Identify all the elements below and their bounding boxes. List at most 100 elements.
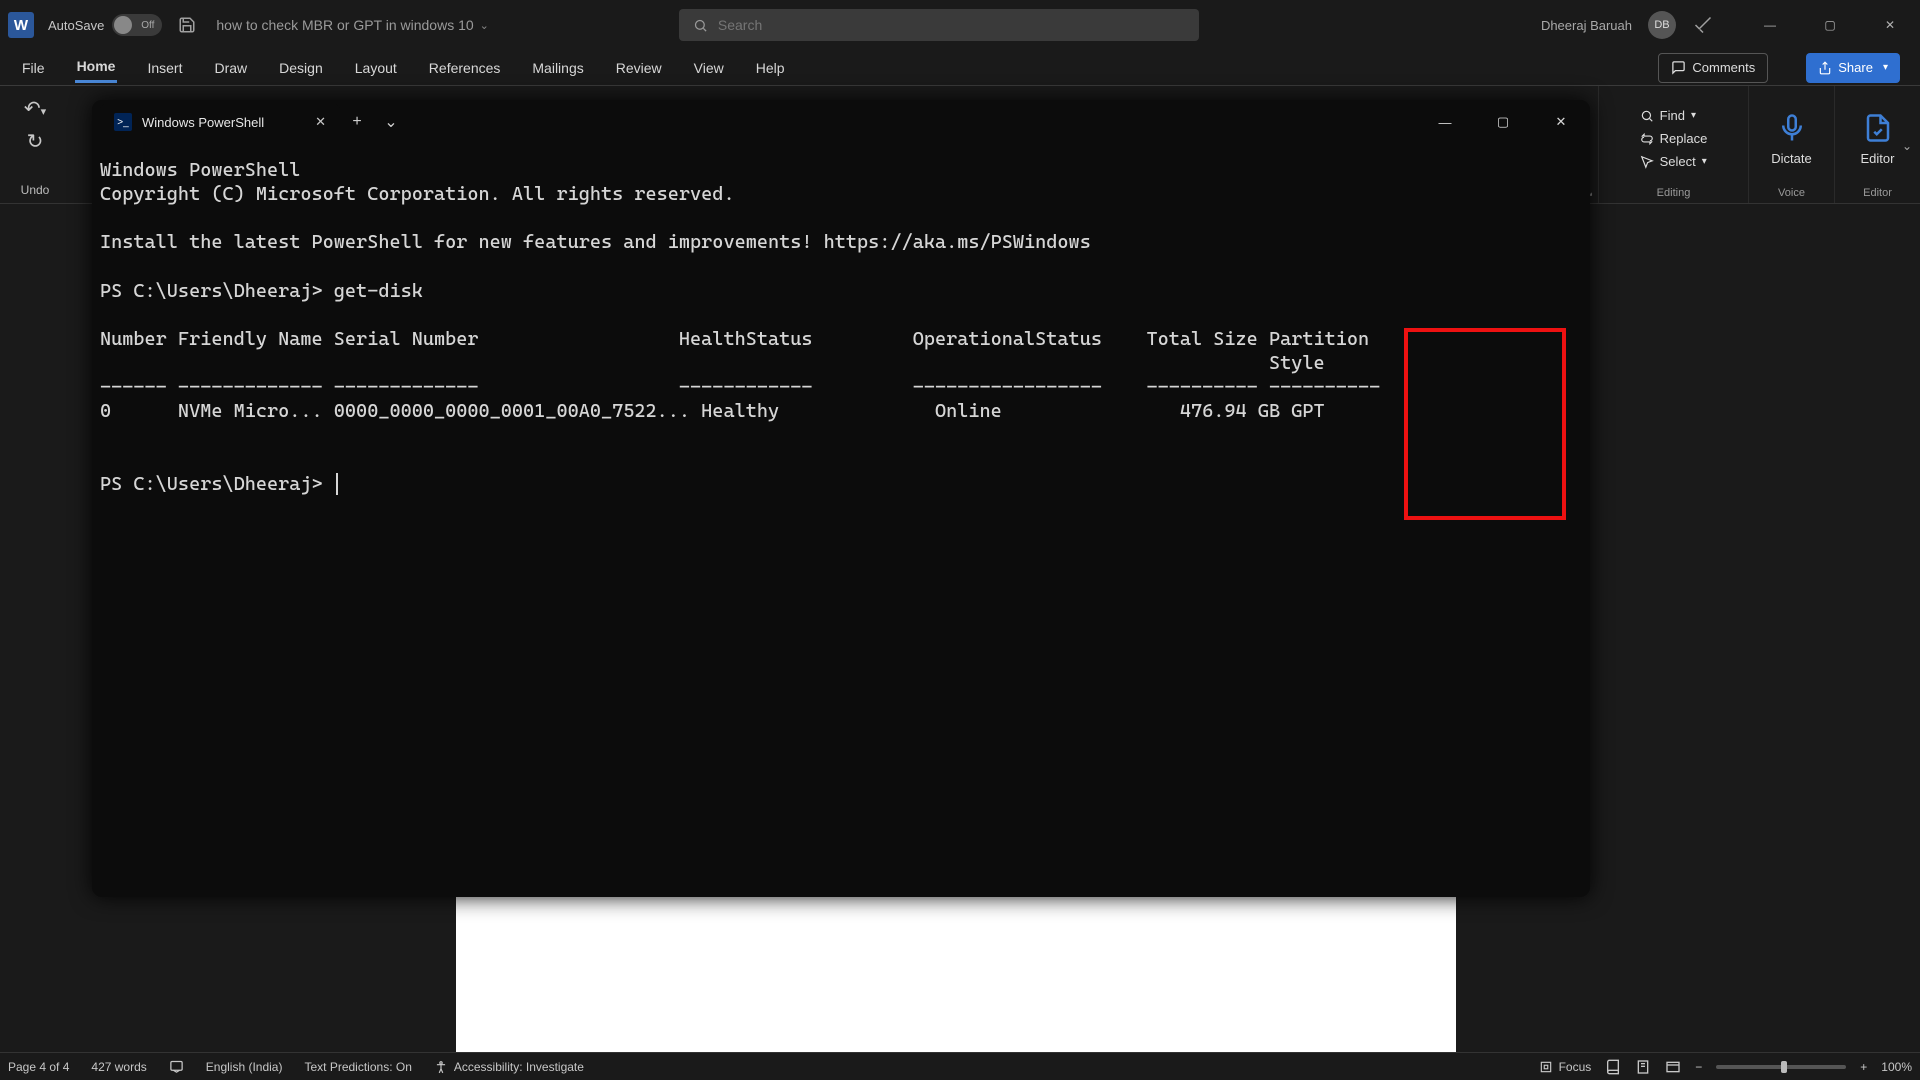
save-icon[interactable] — [176, 14, 198, 36]
dictate-icon[interactable] — [1777, 109, 1807, 147]
terminal-tab-title: Windows PowerShell — [142, 115, 264, 130]
terminal-minimize-button[interactable]: — — [1416, 100, 1474, 144]
redo-button[interactable]: ↻ — [27, 129, 44, 154]
share-icon — [1818, 61, 1832, 75]
print-layout-icon[interactable] — [1635, 1059, 1651, 1075]
focus-label: Focus — [1559, 1060, 1592, 1074]
autosave-state: Off — [141, 20, 154, 31]
terminal-line: 0 NVMe Micro... 0000_0000_0000_0001_00A0… — [100, 400, 1325, 422]
page-indicator[interactable]: Page 4 of 4 — [8, 1060, 69, 1074]
document-page[interactable] — [456, 897, 1456, 1067]
undo-group-label: Undo — [21, 183, 50, 197]
share-chevron-down-icon: ▾ — [1883, 62, 1888, 73]
undo-group: ↶▾ ↻ Undo — [0, 86, 70, 203]
tab-layout[interactable]: Layout — [353, 54, 399, 82]
chevron-down-icon: ▾ — [1691, 110, 1696, 121]
powershell-icon: >_ — [114, 113, 132, 131]
dictate-label: Dictate — [1771, 151, 1811, 166]
tab-home[interactable]: Home — [75, 52, 118, 83]
spellcheck-icon[interactable] — [169, 1059, 184, 1074]
terminal-line: ------ ------------- ------------- -----… — [100, 376, 1380, 398]
terminal-line: Install the latest PowerShell for new fe… — [100, 231, 1091, 253]
tab-design[interactable]: Design — [277, 54, 325, 82]
select-icon — [1640, 155, 1654, 169]
find-button[interactable]: Find ▾ — [1640, 108, 1708, 123]
tab-dropdown-icon[interactable]: ⌄ — [374, 112, 408, 132]
ribbon-collapse-icon[interactable]: ⌄ — [1902, 139, 1912, 153]
zoom-level[interactable]: 100% — [1881, 1060, 1912, 1074]
user-name[interactable]: Dheeraj Baruah — [1541, 18, 1632, 33]
search-input[interactable] — [718, 17, 1185, 33]
word-count[interactable]: 427 words — [91, 1060, 146, 1074]
zoom-out-button[interactable]: − — [1695, 1060, 1702, 1074]
terminal-body[interactable]: Windows PowerShell Copyright (C) Microso… — [92, 144, 1590, 897]
read-mode-icon[interactable] — [1605, 1059, 1621, 1075]
find-label: Find — [1660, 108, 1685, 123]
terminal-line: Windows PowerShell — [100, 159, 300, 181]
accessibility-label: Accessibility: Investigate — [454, 1060, 584, 1074]
undo-button[interactable]: ↶▾ — [24, 96, 46, 121]
maximize-button[interactable]: ▢ — [1808, 10, 1852, 40]
voice-group: Dictate Voice — [1748, 86, 1834, 203]
comment-icon — [1671, 60, 1686, 75]
tab-review[interactable]: Review — [614, 54, 664, 82]
titlebar: W AutoSave Off how to check MBR or GPT i… — [0, 0, 1920, 50]
accessibility-status[interactable]: Accessibility: Investigate — [434, 1060, 584, 1074]
terminal-tab[interactable]: >_ Windows PowerShell ✕ — [100, 104, 340, 140]
terminal-line: PS C:\Users\Dheeraj> get-disk — [100, 280, 423, 302]
tab-file[interactable]: File — [20, 54, 47, 82]
tab-insert[interactable]: Insert — [145, 54, 184, 82]
ribbon-tabs: File Home Insert Draw Design Layout Refe… — [0, 50, 1920, 86]
replace-button[interactable]: Replace — [1640, 131, 1708, 146]
zoom-in-button[interactable]: + — [1860, 1060, 1867, 1074]
select-button[interactable]: Select ▾ — [1640, 154, 1708, 169]
share-button[interactable]: Share ▾ — [1806, 53, 1900, 83]
tab-references[interactable]: References — [427, 54, 503, 82]
tab-help[interactable]: Help — [754, 54, 787, 82]
focus-mode[interactable]: Focus — [1539, 1060, 1592, 1074]
terminal-line: Style — [100, 352, 1325, 374]
autosave-toggle-knob — [114, 16, 132, 34]
editor-label: Editor — [1861, 151, 1895, 166]
zoom-slider[interactable] — [1716, 1065, 1846, 1069]
select-label: Select — [1660, 154, 1696, 169]
terminal-line: Copyright (C) Microsoft Corporation. All… — [100, 183, 735, 205]
search-box[interactable] — [679, 9, 1199, 41]
autosave-label: AutoSave — [48, 18, 104, 33]
document-title[interactable]: how to check MBR or GPT in windows 10 — [216, 17, 473, 33]
chevron-down-icon: ▾ — [1702, 156, 1707, 167]
minimize-button[interactable]: — — [1748, 10, 1792, 40]
tab-mailings[interactable]: Mailings — [530, 54, 585, 82]
terminal-line: PS C:\Users\Dheeraj> — [100, 473, 334, 495]
tab-view[interactable]: View — [692, 54, 726, 82]
comments-button[interactable]: Comments — [1658, 53, 1768, 83]
terminal-tab-bar: >_ Windows PowerShell ✕ + ⌄ — ▢ ✕ — [92, 100, 1590, 144]
terminal-close-button[interactable]: ✕ — [1532, 100, 1590, 144]
statusbar: Page 4 of 4 427 words English (India) Te… — [0, 1052, 1920, 1080]
coming-soon-icon[interactable] — [1692, 14, 1714, 36]
tab-draw[interactable]: Draw — [212, 54, 249, 82]
title-chevron-down-icon[interactable]: ⌄ — [480, 19, 489, 32]
language-indicator[interactable]: English (India) — [206, 1060, 283, 1074]
find-icon — [1640, 109, 1654, 123]
text-predictions[interactable]: Text Predictions: On — [304, 1060, 411, 1074]
terminal-line: Number Friendly Name Serial Number Healt… — [100, 328, 1369, 350]
editor-group: Editor Editor ⌄ — [1834, 86, 1920, 203]
editor-icon[interactable] — [1863, 109, 1893, 147]
avatar[interactable]: DB — [1648, 11, 1676, 39]
powershell-window: >_ Windows PowerShell ✕ + ⌄ — ▢ ✕ Window… — [92, 100, 1590, 897]
web-layout-icon[interactable] — [1665, 1059, 1681, 1075]
annotation-highlight-box — [1404, 328, 1566, 520]
close-button[interactable]: ✕ — [1868, 10, 1912, 40]
zoom-slider-knob[interactable] — [1781, 1061, 1787, 1073]
terminal-maximize-button[interactable]: ▢ — [1474, 100, 1532, 144]
voice-group-label: Voice — [1778, 187, 1805, 199]
editing-group: ↘ Find ▾ Replace Select ▾ Editing — [1598, 86, 1748, 203]
autosave-toggle[interactable]: Off — [112, 14, 162, 36]
word-app-icon: W — [8, 12, 34, 38]
new-tab-button[interactable]: + — [340, 113, 374, 131]
replace-label: Replace — [1660, 131, 1708, 146]
tab-close-icon[interactable]: ✕ — [315, 114, 326, 130]
editing-group-label: Editing — [1657, 187, 1691, 199]
search-icon — [693, 18, 708, 33]
